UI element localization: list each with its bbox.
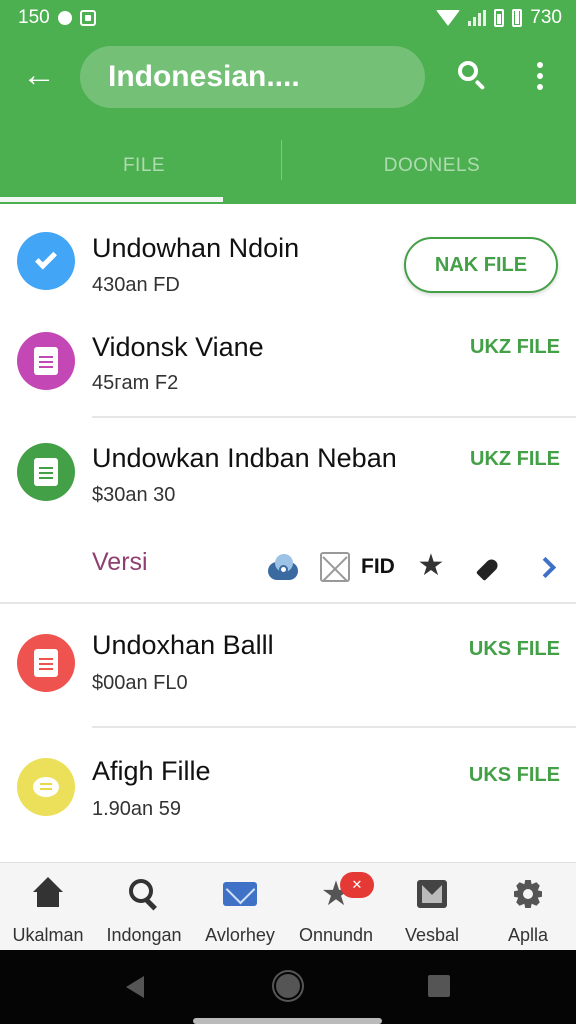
image-placeholder-icon[interactable] xyxy=(320,552,350,582)
ukz-file-button[interactable]: UKZ FILE xyxy=(470,448,560,471)
document-icon xyxy=(17,634,75,692)
nak-file-button[interactable]: NAK FILE xyxy=(404,237,558,293)
home-icon xyxy=(31,877,65,911)
nav-label: Ukalman xyxy=(12,925,84,945)
nav-label: Onnundn xyxy=(298,925,374,945)
signal-icon xyxy=(468,10,487,26)
versi-label[interactable]: Versi xyxy=(92,548,148,577)
tab-file[interactable]: FILE xyxy=(0,128,288,204)
item-title: Undoxhan Balll xyxy=(92,630,274,660)
battery-icon xyxy=(494,9,505,27)
list-item[interactable]: Undowhan Ndoin 430an FD NAK FILE xyxy=(0,204,576,314)
list-item[interactable]: Vidonsk Viane 45гam F2 UKZ FILE xyxy=(0,314,576,418)
notification-dot-icon xyxy=(57,11,72,25)
search-text: Indonesian.... xyxy=(108,60,300,93)
gesture-handle[interactable] xyxy=(193,1018,382,1024)
nav-item-onnundn[interactable]: ★ ✕ Onnundn xyxy=(288,863,384,950)
mail-icon xyxy=(223,877,257,911)
item-title: Afigh Fille xyxy=(92,756,211,786)
item-subtitle: 430an FD xyxy=(92,274,180,296)
item-subtitle: 45гam F2 xyxy=(92,372,179,394)
search-icon[interactable] xyxy=(455,58,489,92)
star-icon: ★ ✕ xyxy=(319,872,374,911)
nav-item-aplla[interactable]: Aplla xyxy=(480,863,576,950)
status-right-time: 730 xyxy=(530,7,562,28)
settings-icon xyxy=(511,877,545,911)
document-icon xyxy=(17,332,75,390)
chevron-right-icon[interactable] xyxy=(538,556,552,578)
item-subtitle: $00an FL0 xyxy=(92,672,188,694)
item-subtitle: $30an 30 xyxy=(92,484,176,506)
nav-label: Avlorhey xyxy=(205,925,275,945)
nav-item-avlorhey[interactable]: Avlorhey xyxy=(192,863,288,950)
item-subtitle: 1.90an 59 xyxy=(92,798,181,820)
nav-item-vesbal[interactable]: Vesbal xyxy=(384,863,480,950)
fid-button[interactable]: FID xyxy=(361,555,395,579)
tab-doonels[interactable]: DOONELS xyxy=(288,128,576,204)
system-home-icon[interactable] xyxy=(276,974,300,998)
check-icon xyxy=(17,232,75,290)
status-time: 150 xyxy=(18,7,50,28)
image-icon xyxy=(415,877,449,911)
pen-icon[interactable] xyxy=(474,552,504,582)
nav-label: Aplla xyxy=(507,925,549,945)
chat-icon xyxy=(17,758,75,816)
tab-doonels-label: DOONELS xyxy=(383,155,481,176)
bottom-nav: Ukalman Indongan Avlorhey ★ ✕ Onnundn Ve… xyxy=(0,862,576,950)
nav-label: Vesbal xyxy=(404,925,460,945)
battery-full-icon xyxy=(512,9,523,27)
file-list: Undowhan Ndoin 430an FD NAK FILE Vidonsk… xyxy=(0,204,576,862)
system-recents-icon[interactable] xyxy=(428,975,450,997)
document-icon xyxy=(17,443,75,501)
item-title: Undowkan Indban Neban xyxy=(92,443,397,473)
ukz-file-button[interactable]: UKZ FILE xyxy=(470,336,560,359)
notification-app-icon xyxy=(79,10,96,26)
tab-divider xyxy=(281,140,282,180)
item-title: Vidonsk Viane xyxy=(92,332,264,362)
more-vert-icon[interactable] xyxy=(530,60,550,92)
item-title: Undowhan Ndoin xyxy=(92,233,300,263)
cloud-icon[interactable] xyxy=(268,552,298,582)
search-icon xyxy=(127,877,161,911)
wifi-icon xyxy=(436,10,461,26)
search-field[interactable]: Indonesian.... xyxy=(80,46,425,108)
tab-bar: FILE DOONELS xyxy=(0,128,576,204)
star-icon[interactable]: ★ xyxy=(416,551,446,581)
list-item[interactable]: Afigh Fille 1.90an 59 UKS FILE xyxy=(0,728,576,862)
list-item[interactable]: Undoxhan Balll $00an FL0 UKS FILE xyxy=(0,604,576,728)
system-back-icon[interactable] xyxy=(126,976,144,998)
notification-badge: ✕ xyxy=(340,872,374,898)
tab-file-label: FILE xyxy=(122,155,166,176)
uks-file-button[interactable]: UKS FILE xyxy=(469,638,560,661)
nav-label: Indongan xyxy=(106,925,182,945)
nav-item-ukalman[interactable]: Ukalman xyxy=(0,863,96,950)
app-bar: ← Indonesian.... FILE DOONELS xyxy=(0,36,576,204)
nav-item-indongan[interactable]: Indongan xyxy=(96,863,192,950)
system-nav-bar xyxy=(0,950,576,1024)
status-bar: 150 730 xyxy=(0,0,576,36)
back-arrow-icon[interactable]: ← xyxy=(22,58,58,92)
uks-file-button[interactable]: UKS FILE xyxy=(469,764,560,787)
